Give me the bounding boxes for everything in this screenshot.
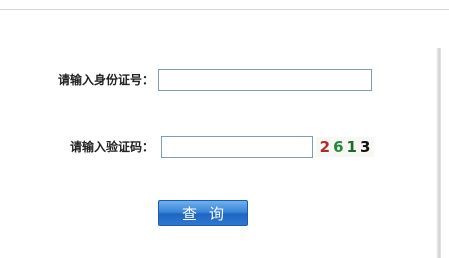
scroll-edge-shadow <box>436 48 441 258</box>
captcha-label: 请输入验证码： <box>69 140 154 154</box>
captcha-image[interactable]: 2 6 1 3 <box>316 137 374 157</box>
page: 请输入身份证号： 请输入验证码： 2 6 1 3 查询 <box>0 0 449 258</box>
captcha-input[interactable] <box>161 136 313 158</box>
top-divider <box>0 9 449 10</box>
captcha-char: 1 <box>346 138 357 156</box>
query-button[interactable]: 查询 <box>158 200 248 226</box>
captcha-char: 3 <box>359 138 371 156</box>
captcha-char: 6 <box>333 138 344 156</box>
id-number-label: 请输入身份证号： <box>57 73 154 87</box>
id-number-input[interactable] <box>158 69 372 91</box>
captcha-char: 2 <box>319 138 331 156</box>
